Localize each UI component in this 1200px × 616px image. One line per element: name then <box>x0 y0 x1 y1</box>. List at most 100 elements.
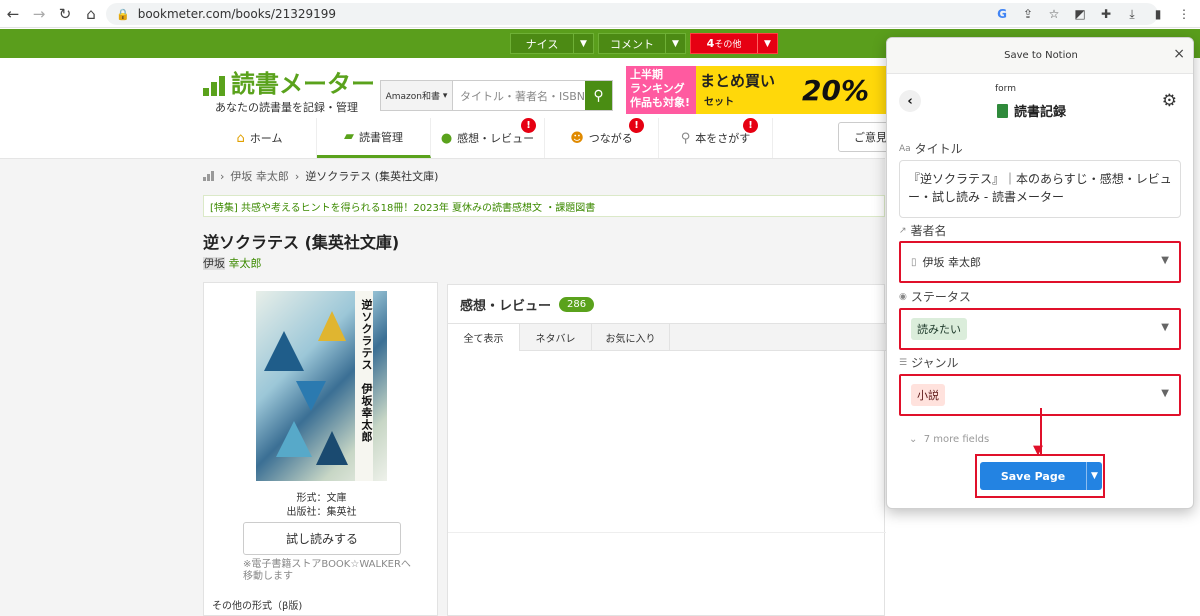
house-icon: ⌂ <box>236 130 245 146</box>
more-fields-toggle[interactable]: ⌄ 7 more fields <box>909 434 989 445</box>
back-button[interactable]: ‹ <box>899 90 921 112</box>
book-info-card: 逆ソクラテス 伊坂幸太郎 形式：文庫 出版社：集英社 試し読みする ※電子書籍ス… <box>203 282 438 616</box>
author-field[interactable]: ▯ 伊坂 幸太郎 ▼ <box>899 241 1181 283</box>
logo-bars-icon <box>203 76 225 96</box>
main-nav: ⌂ ホーム ▰ 読書管理 ● 感想・レビュー ! ☻ つながる ! ⚲ 本をさがす ! <box>203 118 773 158</box>
genre-tag: 小説 <box>911 384 945 406</box>
nav-label: ホーム <box>249 132 283 145</box>
chevron-down-icon[interactable]: ▼ <box>757 34 777 53</box>
list-property-icon: ☰ <box>899 357 908 368</box>
feature-notice-link[interactable]: [特集] 共感や考えるヒントを得られる18冊！2023年 夏休みの読書感想文 ・… <box>203 195 885 217</box>
book-author: 伊坂 幸太郎 <box>203 255 262 271</box>
comment-button[interactable]: コメント ▼ <box>598 33 686 54</box>
chevron-down-icon[interactable]: ▼ <box>573 34 593 53</box>
close-icon[interactable]: × <box>1173 46 1185 62</box>
home-icon[interactable]: ⌂ <box>78 1 104 27</box>
field-label-text: ステータス <box>910 290 971 304</box>
star-icon[interactable]: ☆ <box>1044 4 1064 24</box>
author-surname: 伊坂 <box>203 257 225 270</box>
google-icon[interactable]: G <box>992 4 1012 24</box>
author-value: 伊坂 幸太郎 <box>922 256 982 269</box>
field-label-text: 著者名 <box>910 224 947 238</box>
title-input[interactable]: 『逆ソクラテス』｜本のあらすじ・感想・レビュー・試し読み - 読書メーター <box>899 160 1181 218</box>
chevron-down-icon: ▼ <box>1161 388 1169 399</box>
nav-item-connect[interactable]: ☻ つながる ! <box>545 118 659 158</box>
field-label-text: タイトル <box>914 142 963 156</box>
chevron-down-icon: ⌄ <box>909 434 918 445</box>
reviews-title: 感想・レビュー <box>460 299 552 314</box>
review-count-badge: 286 <box>559 297 595 312</box>
banner-percent: 20% <box>802 74 870 107</box>
field-label-genre: ☰ ジャンル <box>899 354 958 371</box>
chevron-down-icon: ▼ <box>1161 255 1169 266</box>
save-to-notion-popup: Save to Notion × ‹ form 読書記録 ⚙ Aa タイトル 『… <box>886 37 1194 509</box>
nice-button[interactable]: ナイス ▼ <box>510 33 594 54</box>
nav-item-reading[interactable]: ▰ 読書管理 <box>317 118 431 158</box>
more-fields-label: 7 more fields <box>923 434 990 445</box>
feedback-label: ご意見 <box>854 131 887 144</box>
menu-dots-icon[interactable]: ⋮ <box>1174 4 1194 24</box>
search-category-select[interactable]: Amazon和書 ▾ <box>381 81 453 110</box>
review-list <box>448 353 886 533</box>
green-book-icon <box>997 103 1008 118</box>
banner-subline: セット <box>704 97 734 108</box>
try-read-button[interactable]: 試し読みする <box>243 522 401 555</box>
home-bars-icon[interactable] <box>203 171 214 181</box>
page-icon: ▯ <box>911 256 917 268</box>
gear-icon[interactable]: ⚙ <box>1162 91 1177 111</box>
chevron-down-icon: ▼ <box>1091 471 1098 481</box>
notification-badge: ! <box>521 118 536 133</box>
nav-label: 感想・レビュー <box>457 132 535 145</box>
breadcrumb-author[interactable]: 伊坂 幸太郎 <box>230 168 289 184</box>
chevron-down-icon: ▼ <box>1161 322 1169 333</box>
site-logo[interactable]: 読書メーター <box>203 72 375 96</box>
puzzle-icon[interactable]: ✚ <box>1096 4 1116 24</box>
search-button[interactable]: ⚲ <box>585 81 612 110</box>
tab-all[interactable]: 全て表示 <box>448 324 520 351</box>
tab-spoilers[interactable]: ネタバレ <box>520 324 592 351</box>
back-arrow-icon[interactable]: ← <box>0 1 26 27</box>
reload-icon[interactable]: ↻ <box>52 1 78 27</box>
form-label: form <box>995 84 1016 94</box>
search-input[interactable]: タイトル・著者名・ISBN <box>453 81 585 110</box>
forward-arrow-icon[interactable]: → <box>26 1 52 27</box>
popup-title: Save to Notion <box>1004 50 1078 61</box>
nav-item-home[interactable]: ⌂ ホーム <box>203 118 317 158</box>
search-icon: ⚲ <box>593 87 604 104</box>
logo-subtitle: あなたの読書量を記録・管理 <box>215 101 358 114</box>
database-selector[interactable]: 読書記録 <box>997 101 1066 120</box>
book-cover-image[interactable]: 逆ソクラテス 伊坂幸太郎 <box>256 291 387 481</box>
status-property-icon: ◉ <box>899 291 907 302</box>
other-formats-heading: その他の形式（β版) <box>212 601 303 612</box>
notion-extension-icon[interactable]: ◩ <box>1070 4 1090 24</box>
promo-banner[interactable]: 上半期 ランキング 作品も対象! まとめ買い セット 20% <box>626 66 888 114</box>
chevron-down-icon[interactable]: ▼ <box>665 34 685 53</box>
logo-title: 読書メーター <box>231 70 375 98</box>
nav-item-reviews[interactable]: ● 感想・レビュー ! <box>431 118 545 158</box>
nav-item-search-books[interactable]: ⚲ 本をさがす ! <box>659 118 773 158</box>
chevron-left-icon: ‹ <box>907 93 913 109</box>
field-label-title: Aa タイトル <box>899 140 963 157</box>
download-icon[interactable]: ⤓ <box>1122 4 1142 24</box>
book-icon: ▰ <box>344 129 354 144</box>
sidepanel-icon[interactable]: ▮ <box>1148 4 1168 24</box>
search-category-label: Amazon和書 <box>385 92 440 102</box>
status-field[interactable]: 読みたい ▼ <box>899 308 1181 350</box>
popup-header: Save to Notion × <box>887 38 1193 74</box>
page-title: 逆ソクラテス (集英社文庫) <box>203 233 400 252</box>
field-label-status: ◉ ステータス <box>899 288 971 305</box>
save-page-button[interactable]: Save Page <box>980 462 1086 490</box>
tab-favorites[interactable]: お気に入り <box>592 324 670 351</box>
feedback-button[interactable]: ご意見 <box>838 122 890 152</box>
save-options-dropdown[interactable]: ▼ <box>1086 462 1102 490</box>
text-property-icon: Aa <box>899 143 911 154</box>
speech-bubble-icon: ● <box>440 130 453 146</box>
magnifier-icon: ⚲ <box>680 130 691 146</box>
annotation-highlight-box: Save Page ▼ <box>975 454 1105 498</box>
other-button[interactable]: 4その他 ▼ <box>690 33 778 54</box>
nav-label: つながる <box>588 132 633 145</box>
book-format: 形式：文庫 <box>296 493 347 504</box>
browser-extension-icons: G ⇪ ☆ ◩ ✚ ⤓ ▮ ⋮ <box>992 4 1194 24</box>
share-icon[interactable]: ⇪ <box>1018 4 1038 24</box>
author-link[interactable]: 幸太郎 <box>229 257 262 270</box>
